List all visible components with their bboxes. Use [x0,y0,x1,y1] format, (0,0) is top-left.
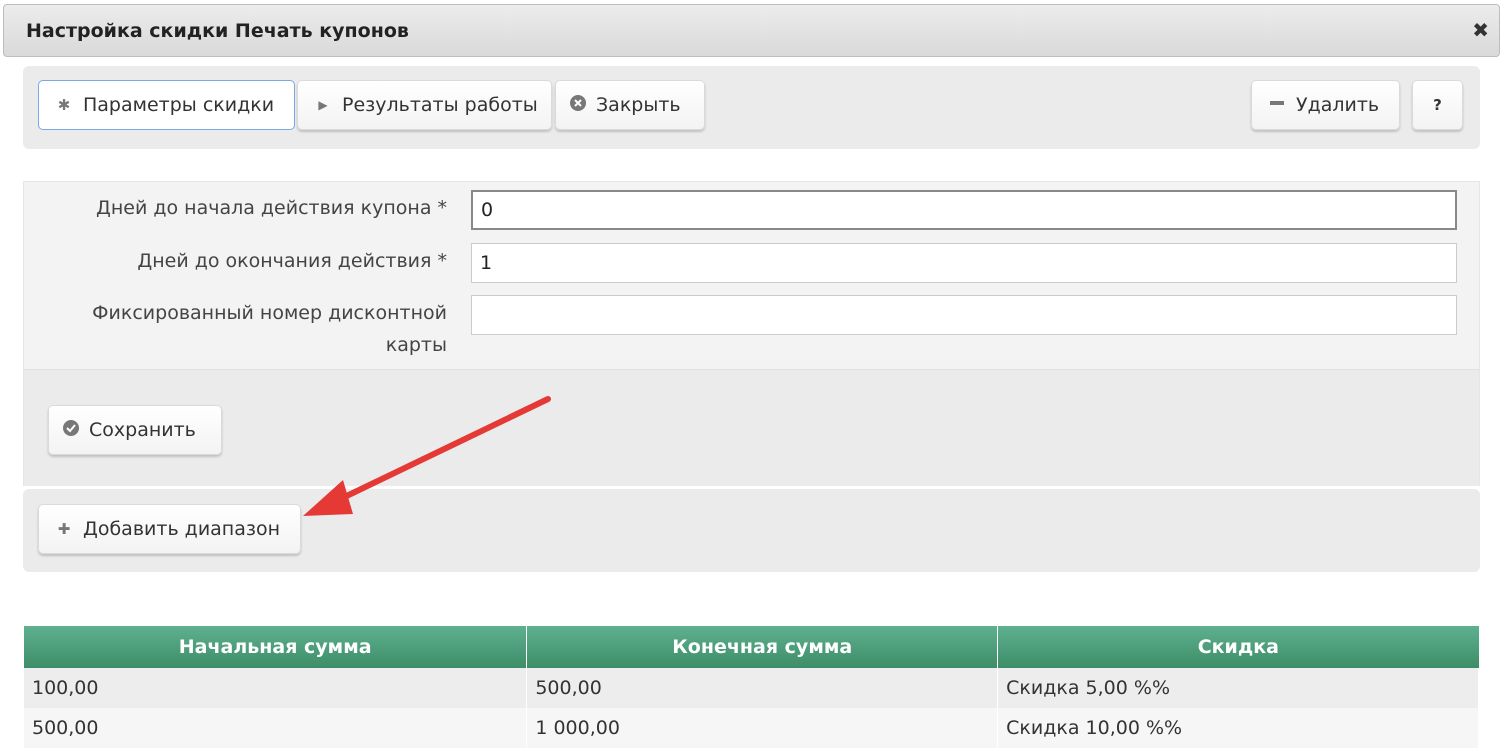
delete-button-label: Удалить [1296,94,1380,116]
card-number-label-line2: карты [385,334,447,356]
cell-end-sum: 500,00 [526,668,999,708]
table-row[interactable]: 100,00 500,00 Скидка 5,00 %% [24,668,1479,708]
column-header-start-sum[interactable]: Начальная сумма [24,626,528,668]
window-titlebar: Настройка скидки Печать купонов ✖ [3,4,1500,57]
add-range-button[interactable]: ✚ Добавить диапазон [38,504,301,554]
check-circle-icon [63,420,79,440]
help-button[interactable]: ? [1412,80,1463,130]
table-row[interactable]: 500,00 1 000,00 Скидка 10,00 %% [24,708,1479,748]
discount-params-form: Дней до начала действия купона * Дней до… [23,181,1480,486]
ranges-table: Начальная сумма Конечная сумма Скидка 10… [24,626,1479,748]
tab-work-results-label: Результаты работы [342,94,538,116]
cell-end-sum: 1 000,00 [526,708,999,748]
close-icon[interactable]: ✖ [1472,18,1489,42]
gear-icon: ✱ [57,96,71,114]
play-icon: ▶ [318,98,328,112]
save-button[interactable]: Сохранить [48,405,222,455]
plus-icon: ✚ [57,520,71,538]
add-range-button-label: Добавить диапазон [83,518,281,540]
column-header-discount[interactable]: Скидка [997,626,1479,668]
close-button[interactable]: Закрыть [555,80,705,130]
days-start-label: Дней до начала действия купона * [96,197,447,219]
toolbar: ✱ Параметры скидки ▶ Результаты работы З… [23,66,1480,149]
minus-icon [1270,96,1284,114]
tab-discount-params[interactable]: ✱ Параметры скидки [38,80,295,130]
cell-discount: Скидка 10,00 %% [997,708,1479,748]
card-number-input[interactable] [471,295,1457,335]
tab-work-results[interactable]: ▶ Результаты работы [297,80,552,130]
table-header-row: Начальная сумма Конечная сумма Скидка [24,626,1479,668]
save-area: Сохранить [24,369,1479,486]
cell-discount: Скидка 5,00 %% [997,668,1479,708]
add-range-panel: ✚ Добавить диапазон [23,489,1480,572]
window-title: Настройка скидки Печать купонов [26,20,409,42]
tab-discount-params-label: Параметры скидки [83,94,275,116]
close-circle-icon [570,95,586,115]
cell-start-sum: 100,00 [24,668,528,708]
days-end-input[interactable] [471,243,1457,283]
days-start-input[interactable] [471,190,1457,230]
column-header-end-sum[interactable]: Конечная сумма [526,626,999,668]
delete-button[interactable]: Удалить [1251,80,1400,130]
card-number-label: Фиксированный номер дисконтной карты [92,297,447,361]
cell-start-sum: 500,00 [24,708,528,748]
close-button-label: Закрыть [596,94,681,116]
days-end-label: Дней до окончания действия * [137,250,447,272]
help-button-label: ? [1433,96,1442,114]
card-number-label-line1: Фиксированный номер дисконтной [92,302,447,324]
save-button-label: Сохранить [89,419,196,441]
